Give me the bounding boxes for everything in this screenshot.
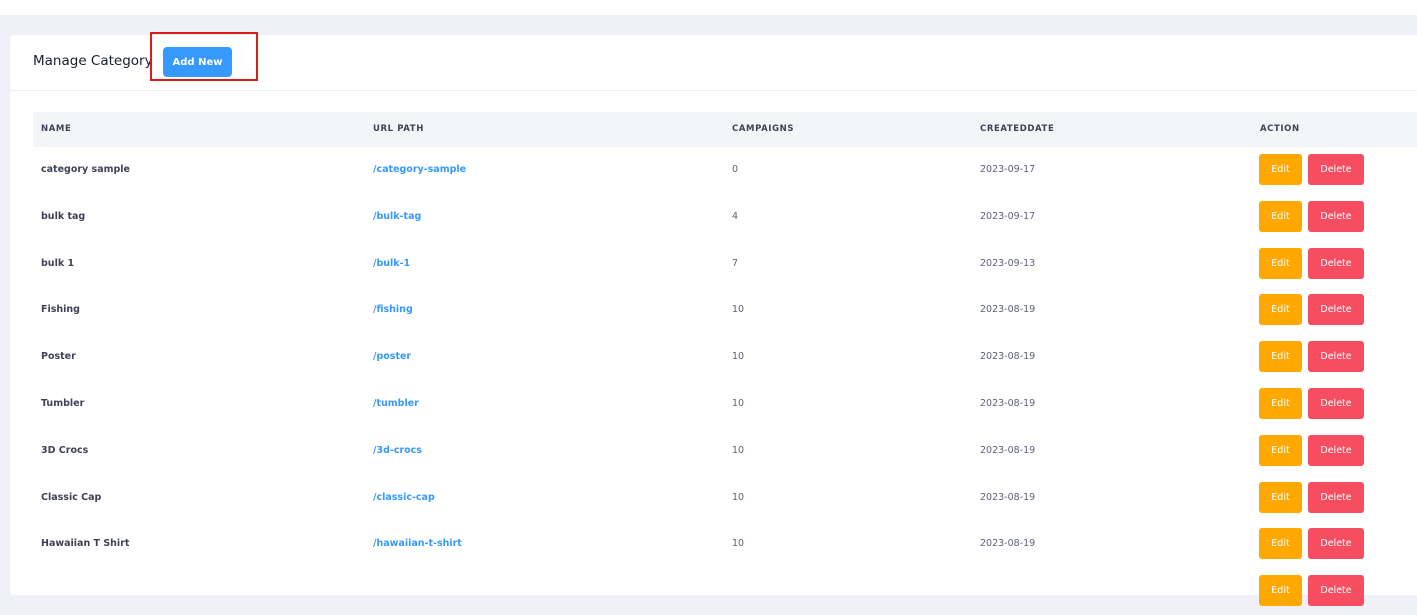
category-name: Hawaiian T Shirt	[41, 538, 130, 550]
card-header: Manage Category Add New	[10, 32, 1417, 91]
campaigns-count: 10	[732, 444, 745, 456]
delete-button[interactable]: Delete	[1308, 528, 1364, 560]
edit-button[interactable]: Edit	[1259, 434, 1302, 466]
created-date: 2023-09-13	[980, 257, 1036, 269]
category-name: Classic Cap	[41, 491, 102, 503]
table-row: bulk tag/bulk-tag 4 2023-09-17 Edit Delete	[33, 194, 1417, 241]
campaigns-count: 0	[732, 164, 739, 175]
table-row: Poster/poster 10 2023-08-19 Edit Delete	[33, 334, 1417, 381]
edit-button[interactable]: Edit	[1259, 154, 1302, 185]
delete-button[interactable]: Delete	[1308, 247, 1364, 279]
category-name: Tumbler	[41, 397, 85, 409]
delete-button[interactable]: Delete	[1308, 294, 1364, 326]
table-row: Hawaiian T Shirt/hawaiian-t-shirt 10 2023-…	[33, 521, 1417, 568]
table-body: category sample/category-sample 0 2023-09-…	[33, 147, 1417, 615]
table-row: Edit Delete	[33, 568, 1417, 615]
delete-button[interactable]: Delete	[1308, 387, 1364, 419]
created-date: 2023-08-19	[980, 304, 1036, 316]
campaigns-count: 10	[732, 538, 745, 550]
edit-button[interactable]: Edit	[1259, 341, 1302, 373]
table-header: NAME URL PATH CAMPAIGNS CREATEDDATE ACTI…	[33, 112, 1417, 147]
edit-button[interactable]: Edit	[1259, 575, 1302, 607]
table-row: Classic Cap/classic-cap 10 2023-08-19 Edit D…	[33, 475, 1417, 522]
category-name: bulk 1	[41, 257, 75, 269]
campaigns-count: 10	[732, 397, 745, 409]
edit-button[interactable]: Edit	[1259, 528, 1302, 560]
edit-button[interactable]: Edit	[1259, 481, 1302, 513]
delete-button[interactable]: Delete	[1308, 481, 1364, 513]
column-header-action: ACTION	[1260, 124, 1300, 134]
url-path-link[interactable]: /tumbler	[373, 398, 419, 409]
campaigns-count: 7	[732, 257, 739, 269]
edit-button[interactable]: Edit	[1259, 294, 1302, 326]
url-path-link[interactable]: /classic-cap	[373, 492, 435, 503]
category-name: bulk tag	[41, 210, 86, 222]
table-row: 3D Crocs/3d-crocs 10 2023-08-19 Edit Delete	[33, 428, 1417, 475]
url-path-link[interactable]: /fishing	[373, 304, 413, 315]
url-path-link[interactable]: /bulk-tag	[373, 211, 421, 222]
created-date: 2023-09-17	[980, 210, 1036, 222]
url-path-link[interactable]: /hawaiian-t-shirt	[373, 538, 462, 549]
edit-button[interactable]: Edit	[1259, 247, 1302, 279]
edit-button[interactable]: Edit	[1259, 200, 1302, 232]
delete-button[interactable]: Delete	[1308, 434, 1364, 466]
column-header-createddate: CREATEDDATE	[980, 124, 1055, 134]
delete-button[interactable]: Delete	[1308, 200, 1364, 232]
add-new-button[interactable]: Add New	[163, 47, 232, 77]
top-bar	[0, 0, 1417, 15]
category-card: Manage Category Add New NAME URL PATH CA…	[10, 32, 1417, 607]
category-table: NAME URL PATH CAMPAIGNS CREATEDDATE ACTI…	[33, 112, 1417, 615]
created-date: 2023-08-19	[980, 538, 1036, 550]
campaigns-count: 10	[732, 351, 745, 363]
url-path-link[interactable]: /3d-crocs	[373, 445, 422, 456]
column-header-name: NAME	[41, 124, 72, 134]
campaigns-count: 10	[732, 304, 745, 316]
table-row: Fishing/fishing 10 2023-08-19 Edit Delete	[33, 287, 1417, 334]
table-row: category sample/category-sample 0 2023-09-…	[33, 147, 1417, 194]
edit-button[interactable]: Edit	[1259, 387, 1302, 419]
created-date: 2023-08-19	[980, 397, 1036, 409]
category-name: category sample	[41, 164, 131, 175]
column-header-url-path: URL PATH	[373, 124, 424, 134]
delete-button[interactable]: Delete	[1308, 341, 1364, 373]
url-path-link[interactable]: /category-sample	[373, 164, 466, 175]
campaigns-count: 4	[732, 210, 739, 222]
campaigns-count: 10	[732, 491, 745, 503]
category-name: Fishing	[41, 304, 80, 316]
table-row: bulk 1/bulk-1 7 2023-09-13 Edit Delete	[33, 241, 1417, 288]
page-title: Manage Category	[33, 53, 153, 69]
category-name: 3D Crocs	[41, 444, 89, 456]
delete-button[interactable]: Delete	[1308, 154, 1364, 185]
created-date: 2023-08-19	[980, 491, 1036, 503]
delete-button[interactable]: Delete	[1308, 575, 1364, 607]
created-date: 2023-08-19	[980, 351, 1036, 363]
column-header-campaigns: CAMPAIGNS	[732, 124, 795, 134]
url-path-link[interactable]: /bulk-1	[373, 258, 410, 269]
category-name: Poster	[41, 351, 76, 363]
created-date: 2023-08-19	[980, 444, 1036, 456]
url-path-link[interactable]: /poster	[373, 351, 411, 362]
created-date: 2023-09-17	[980, 164, 1036, 175]
table-row: Tumbler/tumbler 10 2023-08-19 Edit Delete	[33, 381, 1417, 428]
